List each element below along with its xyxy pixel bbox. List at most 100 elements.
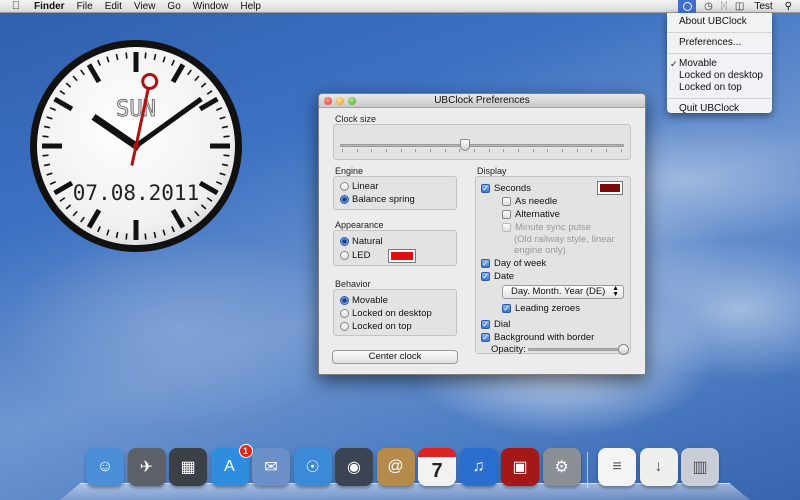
radio-indicator: [340, 309, 349, 318]
clock-date-label: 07.08.2011: [73, 181, 199, 205]
close-window-button[interactable]: [324, 97, 332, 105]
app-store-icon[interactable]: A1: [210, 444, 253, 486]
engine-balance-spring-radio[interactable]: Balance spring: [340, 194, 415, 205]
minute-tick: [223, 154, 230, 157]
appearance-natural-radio[interactable]: Natural: [340, 236, 383, 247]
menu-item-movable[interactable]: ✓ Movable: [667, 58, 772, 70]
menu-view[interactable]: View: [134, 1, 156, 12]
mail-icon[interactable]: ✉: [252, 448, 290, 486]
minimize-window-button[interactable]: [336, 97, 344, 105]
date-format-select[interactable]: Day. Month. Year (DE) ▲ ▼: [502, 285, 624, 299]
dock-divider: [587, 452, 588, 488]
menu-item-about[interactable]: About UBClock: [667, 16, 772, 28]
clock-size-slider[interactable]: [459, 139, 470, 151]
menu-window[interactable]: Window: [193, 1, 229, 12]
alternative-checkbox[interactable]: Alternative: [502, 209, 560, 220]
center-clock-button[interactable]: Center clock: [332, 350, 458, 364]
dial-checkbox[interactable]: ✓ Dial: [481, 319, 510, 330]
trash-icon[interactable]: ▥: [681, 448, 719, 486]
notification-badge: 1: [238, 444, 253, 458]
ubclock-status-icon[interactable]: [678, 0, 697, 13]
preferences-window: UBClock Preferences Clock size Engine Li…: [318, 93, 646, 375]
checkmark-icon: ✓: [481, 272, 490, 281]
menu-go[interactable]: Go: [167, 1, 180, 12]
minute-tick: [42, 135, 49, 138]
opacity-slider[interactable]: [618, 344, 629, 355]
document-icon[interactable]: ≡: [598, 448, 636, 486]
menu-edit[interactable]: Edit: [105, 1, 122, 12]
date-checkbox[interactable]: ✓ Date: [481, 271, 514, 282]
radio-indicator: [340, 237, 349, 246]
menu-item-preferences[interactable]: Preferences...: [667, 37, 772, 49]
ical-icon[interactable]: 7: [418, 448, 456, 486]
minute-sync-note-1: (Old railway style, linear: [514, 234, 615, 245]
apple-menu-icon[interactable]: : [8, 0, 24, 12]
menu-bar:  Finder File Edit View Go Window Help ◷…: [0, 0, 800, 13]
opacity-track: [528, 348, 624, 351]
user-menu[interactable]: Test: [754, 1, 772, 12]
menu-separator: [667, 98, 772, 99]
checkmark-icon: ✓: [502, 304, 511, 313]
downloads-stack-icon[interactable]: ↓: [639, 448, 678, 486]
itunes-icon[interactable]: ♫: [459, 448, 498, 486]
checkmark-icon: ✓: [670, 59, 678, 69]
menu-separator: [667, 32, 772, 33]
spotlight-search-icon[interactable]: ⚲: [785, 1, 792, 12]
menu-item-quit[interactable]: Quit UBClock: [667, 103, 772, 115]
checkbox-indicator: [502, 197, 511, 206]
seconds-color-well[interactable]: [597, 181, 623, 195]
finder-icon[interactable]: ☺: [86, 448, 124, 486]
menu-item-locked-desktop[interactable]: Locked on desktop: [667, 70, 772, 82]
desktop-clock[interactable]: SUN 07.08.2011: [28, 38, 244, 254]
mission-control-icon[interactable]: ▦: [169, 448, 207, 486]
facetime-icon[interactable]: ◉: [335, 448, 373, 486]
wifi-icon[interactable]: ◫: [735, 1, 744, 12]
minute-sync-note-2: engine only): [514, 245, 566, 256]
opacity-label: Opacity:: [491, 344, 526, 355]
engine-label: Engine: [335, 166, 364, 176]
system-preferences-icon[interactable]: ⚙: [542, 448, 581, 486]
behavior-locked-desktop-radio[interactable]: Locked on desktop: [340, 308, 432, 319]
checkmark-icon: ✓: [481, 259, 490, 268]
as-needle-checkbox[interactable]: As needle: [502, 196, 557, 207]
engine-box: Linear Balance spring: [333, 176, 457, 210]
checkbox-indicator: [502, 223, 511, 232]
checkbox-indicator: [502, 210, 511, 219]
menu-item-locked-top[interactable]: Locked on top: [667, 82, 772, 94]
safari-icon[interactable]: ☉: [293, 448, 332, 486]
behavior-locked-top-radio[interactable]: Locked on top: [340, 321, 412, 332]
clock-size-ticks: [342, 149, 622, 152]
display-label: Display: [477, 166, 507, 176]
leading-zeroes-checkbox[interactable]: ✓ Leading zeroes: [502, 303, 580, 314]
minute-sync-checkbox: Minute sync pulse: [502, 222, 591, 233]
radio-indicator: [340, 296, 349, 305]
menu-file[interactable]: File: [77, 1, 93, 12]
zoom-window-button[interactable]: [348, 97, 356, 105]
minute-tick: [144, 233, 147, 240]
launchpad-icon[interactable]: ✈: [127, 448, 166, 486]
led-color-well[interactable]: [388, 249, 416, 263]
behavior-box: Movable Locked on desktop Locked on top: [333, 289, 457, 336]
time-machine-icon[interactable]: ◷: [704, 1, 713, 12]
window-titlebar[interactable]: UBClock Preferences: [319, 94, 645, 108]
clock-size-label: Clock size: [335, 114, 377, 124]
clock-face: SUN 07.08.2011: [30, 40, 242, 252]
day-of-week-checkbox[interactable]: ✓ Day of week: [481, 258, 546, 269]
seconds-checkbox[interactable]: ✓ Seconds: [481, 183, 531, 194]
menu-help[interactable]: Help: [240, 1, 261, 12]
checkmark-icon: ✓: [481, 333, 490, 342]
photo-booth-icon[interactable]: ▣: [501, 448, 539, 486]
menu-separator: [667, 53, 772, 54]
appearance-led-radio[interactable]: LED: [340, 250, 370, 261]
checkmark-icon: ✓: [481, 320, 490, 329]
engine-linear-radio[interactable]: Linear: [340, 181, 378, 192]
appearance-box: Natural LED: [333, 230, 457, 266]
behavior-movable-radio[interactable]: Movable: [340, 295, 388, 306]
clock-size-box: [333, 124, 631, 160]
bluetooth-icon[interactable]: ᛞ: [721, 1, 727, 12]
display-box: ✓ Seconds As needle Alternative Minute sy…: [475, 176, 631, 355]
menu-finder[interactable]: Finder: [34, 1, 65, 12]
ubclock-menu: About UBClock Preferences... ✓ Movable Lo…: [667, 13, 772, 115]
address-book-icon[interactable]: @: [376, 448, 415, 486]
background-border-checkbox[interactable]: ✓ Background with border: [481, 332, 594, 343]
